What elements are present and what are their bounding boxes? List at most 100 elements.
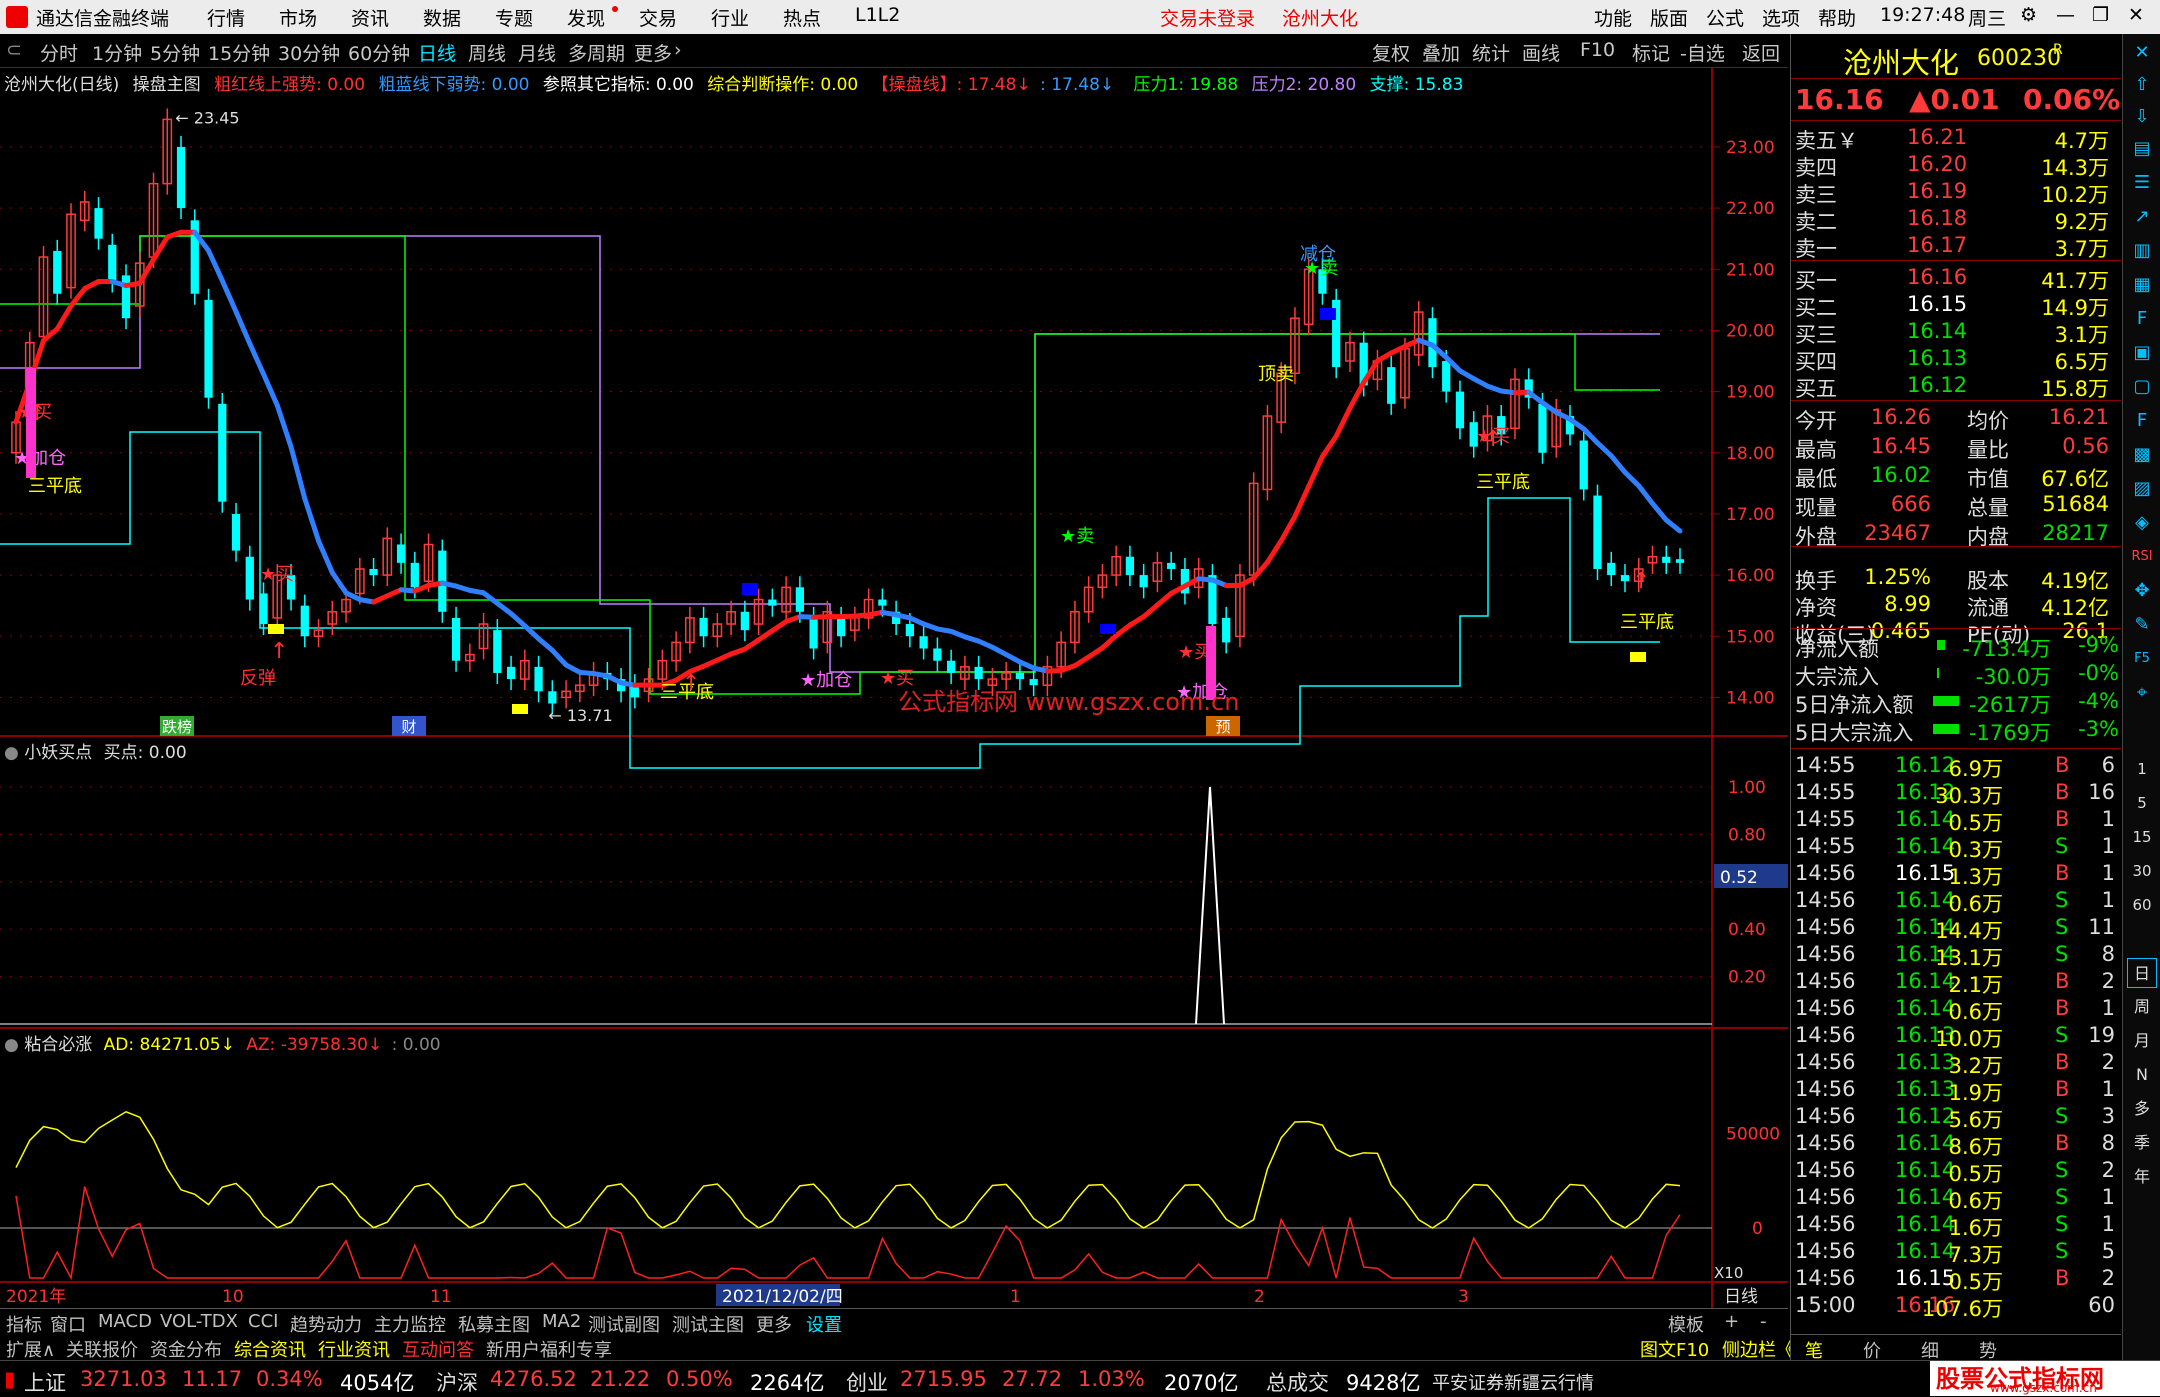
tick-row[interactable]: 14:55 16.12 6.9万 B 6 [1791,752,2121,781]
shield-icon[interactable]: ◈ [2127,508,2157,538]
btn-fuquan[interactable]: 复权 [1372,39,1410,66]
period-btn[interactable]: 60 [2127,890,2157,920]
tick-row[interactable]: 14:56 16.14 0.6万 B 1 [1791,995,2121,1024]
stat-row[interactable]: 最高 16.45 量比 0.56 [1791,433,2121,462]
bid-row[interactable]: 买四 16.13 6.5万 [1791,345,2121,374]
tick-row[interactable]: 14:56 16.14 13.1万 S 8 [1791,941,2121,970]
ask-row[interactable]: 卖四 16.20 14.3万 [1791,151,2121,180]
chart2-icon[interactable]: ▨ [2127,474,2157,504]
close-icon[interactable]: ✕ [2128,4,2144,26]
btn-fanhui[interactable]: 返回 [1742,39,1780,66]
doc-icon[interactable]: ▢ [2127,372,2157,402]
indicator1-name[interactable]: 小妖买点 [24,743,92,763]
trade-login-status[interactable]: 交易未登录 [1160,4,1255,31]
minimize-icon[interactable]: — [2056,4,2075,26]
period-week[interactable]: 周线 [468,39,506,66]
menu-bangzhu[interactable]: 帮助 [1818,4,1856,31]
bid-row[interactable]: 买三 16.14 3.1万 [1791,318,2121,347]
indicator2-name[interactable]: 粘合必涨 [24,1035,92,1055]
period-15min[interactable]: 15分钟 [208,39,270,66]
btn-biaoji[interactable]: 标记 [1632,39,1670,66]
indicator-name[interactable]: 操盘主图 [133,75,201,95]
period-btn[interactable]: 年 [2127,1162,2157,1192]
collapse-icon[interactable]: ⊂ [6,39,22,61]
zoom-out-button[interactable]: - [1760,1311,1767,1332]
stat-row[interactable]: 最低 16.02 市值 67.6亿 [1791,462,2121,491]
tick-row[interactable]: 14:55 16.12 30.3万 B 16 [1791,779,2121,808]
btn-zixuan[interactable]: -自选 [1680,39,1725,66]
tab-vol-tdx[interactable]: VOL-TDX [160,1311,238,1332]
tick-row[interactable]: 14:56 16.15 0.5万 B 2 [1791,1265,2121,1294]
ask-row[interactable]: 卖五￥ 16.21 4.7万 [1791,124,2121,153]
tab-cci[interactable]: CCI [248,1311,278,1332]
menu-shichang[interactable]: 市场 [279,4,317,31]
pencil-icon[interactable]: ✎ [2127,610,2157,640]
period-btn[interactable]: 30 [2127,856,2157,886]
f10-icon[interactable]: F [2127,304,2157,334]
tick-row[interactable]: 14:56 16.14 14.4万 S 11 [1791,914,2121,943]
link-kuozhan[interactable]: 扩展∧ [6,1336,55,1362]
tick-row[interactable]: 14:56 16.14 2.1万 B 2 [1791,968,2121,997]
period-btn[interactable]: 1 [2127,754,2157,784]
period-1min[interactable]: 1分钟 [92,39,142,66]
link-hudong[interactable]: 互动问答 [402,1336,474,1362]
tick-row[interactable]: 14:56 16.13 3.2万 B 2 [1791,1049,2121,1078]
trend-icon[interactable]: ↗ [2127,202,2157,232]
period-fenshi[interactable]: 分时 [40,39,78,66]
tick-row[interactable]: 14:56 16.13 1.9万 B 1 [1791,1076,2121,1105]
chart-area[interactable]: 23.00 22.00 21.00 20.00 19.00 18.00 17.00 16.00… [0,68,1788,1308]
tick-row[interactable]: 14:56 16.13 10.0万 S 19 [1791,1022,2121,1051]
flow-row[interactable]: 大宗流入 -30.0万 -0% [1791,660,2121,689]
f5-button[interactable]: F5 [2127,644,2157,674]
menu-redian[interactable]: 热点 [783,4,821,31]
arrow-up-icon[interactable]: ⇧ [2127,70,2157,100]
grid-icon[interactable]: ▣ [2127,338,2157,368]
menu-gongneng[interactable]: 功能 [1594,4,1632,31]
zoom-in-button[interactable]: + [1724,1311,1739,1332]
tab-ma2[interactable]: MA2 [542,1311,581,1332]
tick-row[interactable]: 14:56 16.14 0.6万 S 1 [1791,1184,2121,1213]
period-day[interactable]: 日线 [418,39,456,66]
period-btn[interactable]: 15 [2127,822,2157,852]
link-sidebar[interactable]: 侧边栏《 [1722,1336,1794,1362]
period-30min[interactable]: 30分钟 [278,39,340,66]
tab-macd[interactable]: MACD [98,1311,152,1332]
period-multi[interactable]: 多周期 [568,39,625,66]
list-icon[interactable]: ☰ [2127,168,2157,198]
period-btn[interactable]: 多 [2127,1094,2157,1124]
menu-jiaoyi[interactable]: 交易 [639,4,677,31]
ask-row[interactable]: 卖三 16.19 10.2万 [1791,178,2121,207]
tick-row[interactable]: 14:56 16.14 0.5万 S 2 [1791,1157,2121,1186]
bid-row[interactable]: 买一 16.16 41.7万 [1791,264,2121,293]
period-btn[interactable]: 5 [2127,788,2157,818]
tick-row[interactable]: 14:56 16.14 0.6万 S 1 [1791,887,2121,916]
index-cy-name[interactable]: 创业 [846,1367,888,1397]
status-icon[interactable]: ▮ [4,1367,16,1391]
index-sh-name[interactable]: 上证 [24,1367,66,1397]
stat-row[interactable]: 现量 666 总量 51684 [1791,491,2121,520]
period-month[interactable]: 月线 [518,39,556,66]
f2-icon[interactable]: F [2127,406,2157,436]
stat-row[interactable]: 换手 1.25% 股本 4.19亿 [1791,564,2121,593]
indicator2-toggle-icon[interactable]: ● [4,1035,19,1055]
link-hangye[interactable]: 行业资讯 [318,1336,390,1362]
btn-huaxian[interactable]: 画线 [1522,39,1560,66]
period-60min[interactable]: 60分钟 [348,39,410,66]
close-icon[interactable]: ✕ [2127,38,2157,68]
flow-row[interactable]: 净流入额 -713.4万 -9% [1791,632,2121,661]
tick-row[interactable]: 14:56 16.14 7.3万 S 5 [1791,1238,2121,1267]
menu-gongshi[interactable]: 公式 [1706,4,1744,31]
move-icon[interactable]: ✥ [2127,576,2157,606]
link-tuwen-f10[interactable]: 图文F10 [1640,1336,1709,1362]
indicator1-toggle-icon[interactable]: ● [4,743,19,763]
link-xinyonghu[interactable]: 新用户福利专享 [486,1336,612,1362]
rsi-button[interactable]: RSI [2127,542,2157,572]
btn-tongji[interactable]: 统计 [1472,39,1510,66]
menu-zhuanti[interactable]: 专题 [495,4,533,31]
kline-chart[interactable]: 23.0022.0021.0020.0019.0018.0017.0016.00… [0,68,1788,1308]
bid-row[interactable]: 买五 16.12 15.8万 [1791,372,2121,401]
menu-shuju[interactable]: 数据 [423,4,461,31]
table-icon[interactable]: ▦ [2127,270,2157,300]
arrow-down-icon[interactable]: ⇩ [2127,102,2157,132]
link-zijin[interactable]: 资金分布 [150,1336,222,1362]
